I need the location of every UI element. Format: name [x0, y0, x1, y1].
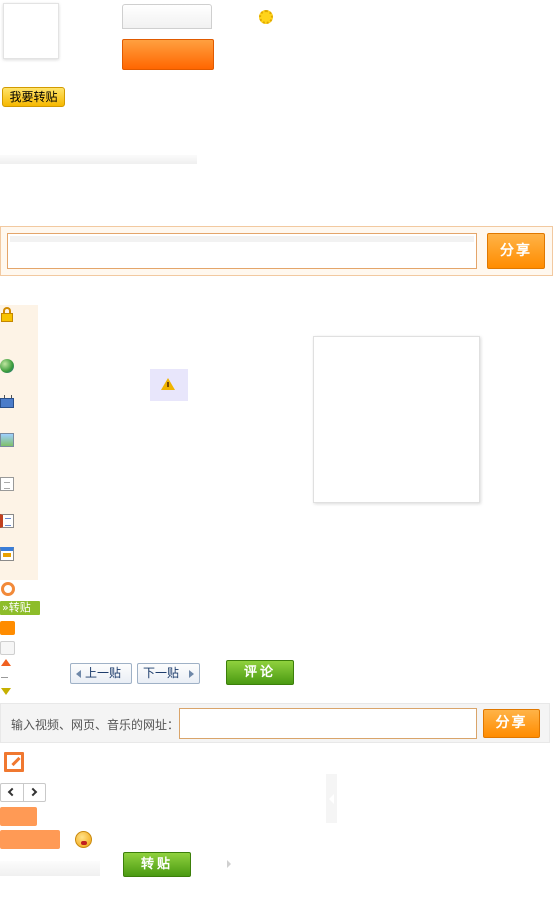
document-icon[interactable] [0, 477, 14, 491]
arrow-left-icon [76, 670, 81, 678]
dash-mark [1, 677, 8, 678]
image-icon[interactable] [0, 433, 14, 447]
prev-post-label: 上一贴 [85, 666, 122, 680]
chevron-right-icon[interactable] [28, 787, 38, 797]
arrow-down-icon[interactable] [1, 688, 11, 695]
orange-swatch[interactable] [0, 621, 15, 635]
edit-icon[interactable] [4, 752, 24, 772]
orange-pill-long[interactable] [0, 830, 60, 849]
repost-green-button[interactable]: 转贴 [123, 852, 191, 877]
divider-bar [0, 155, 197, 164]
top-action-button[interactable] [122, 39, 214, 70]
small-arrow-icon [227, 860, 231, 868]
next-post-label: 下一贴 [143, 666, 180, 680]
url-share-button[interactable]: 分享 [483, 709, 540, 738]
calendar-icon[interactable] [0, 547, 14, 561]
warning-box [150, 369, 188, 401]
prev-post-button[interactable]: 上一贴 [70, 663, 132, 684]
orange-pill-short[interactable] [0, 807, 37, 826]
top-search-input[interactable] [122, 4, 212, 29]
pager [0, 783, 46, 802]
grey-swatch[interactable] [0, 641, 15, 655]
chevron-left-icon[interactable] [7, 787, 17, 797]
collapse-handle[interactable] [326, 774, 337, 823]
repost-tag[interactable]: »转贴 [0, 601, 40, 615]
next-post-button[interactable]: 下一贴 [137, 663, 200, 684]
url-input[interactable] [179, 708, 477, 739]
share-button[interactable]: 分享 [487, 233, 545, 269]
repost-button[interactable]: 我要转贴 [2, 87, 65, 107]
globe-icon[interactable] [0, 359, 14, 373]
arrow-up-icon[interactable] [1, 659, 11, 666]
share-input[interactable] [7, 233, 477, 269]
sun-icon [259, 10, 273, 24]
image-card[interactable] [313, 336, 480, 503]
face-icon[interactable] [75, 831, 92, 848]
lock-icon[interactable] [0, 307, 14, 322]
notebook-icon[interactable] [0, 514, 14, 528]
tv-icon[interactable] [0, 395, 14, 409]
url-label: 输入视频、网页、音乐的网址： [11, 718, 180, 732]
bottom-grey-bar [0, 861, 100, 876]
comment-button[interactable]: 评论 [226, 660, 294, 685]
arrow-right-icon [189, 670, 194, 678]
avatar-placeholder[interactable] [3, 3, 59, 59]
ring-icon[interactable] [1, 582, 15, 596]
